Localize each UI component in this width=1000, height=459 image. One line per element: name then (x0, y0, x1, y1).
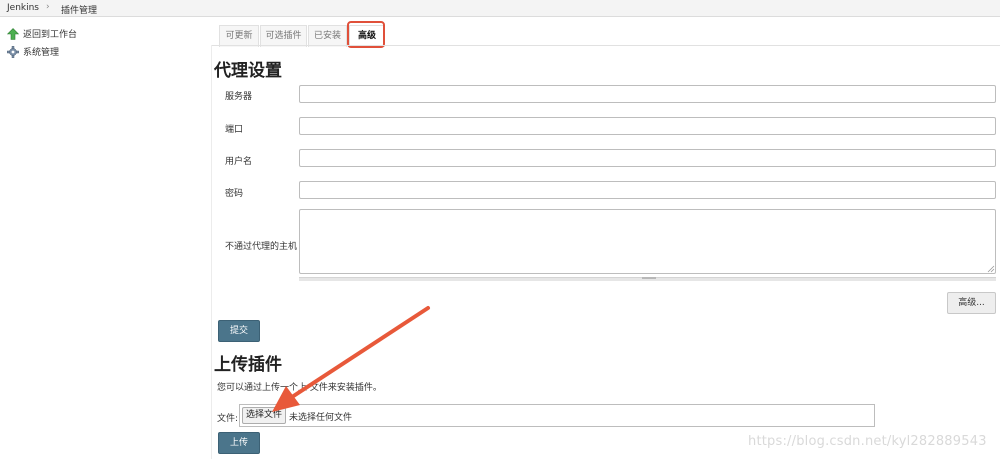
tab-updates[interactable]: 可更新 (219, 25, 259, 47)
password-input[interactable] (299, 181, 996, 199)
breadcrumb-bar: Jenkins › 插件管理 (0, 0, 1000, 17)
resize-grip-icon[interactable] (987, 265, 995, 273)
no-proxy-hosts-textarea[interactable] (299, 209, 996, 274)
breadcrumb-plugin-manager[interactable]: 插件管理 (61, 3, 97, 16)
submit-button[interactable]: 提交 (218, 320, 260, 342)
upload-button[interactable]: 上传 (218, 432, 260, 454)
content-left-border (211, 45, 212, 459)
arrow-up-icon (7, 27, 19, 40)
sidebar-item-label: 返回到工作台 (23, 30, 78, 40)
tab-panel-border (211, 45, 1000, 46)
watermark-text: https://blog.csdn.net/kyl282889543 (748, 434, 987, 449)
port-label: 端口 (225, 125, 244, 135)
server-label: 服务器 (225, 92, 253, 102)
port-input[interactable] (299, 117, 996, 135)
tab-available[interactable]: 可选插件 (260, 25, 307, 47)
proxy-section-title: 代理设置 (214, 61, 282, 81)
textarea-resize-handle[interactable] (642, 277, 656, 279)
server-input[interactable] (299, 85, 996, 103)
no-proxy-hosts-label: 不通过代理的主机 (225, 242, 298, 252)
upload-description: 您可以通过上传一个上 文件来安装插件。 (217, 383, 382, 393)
file-status-text: 未选择任何文件 (289, 413, 353, 423)
username-label: 用户名 (225, 157, 253, 167)
sidebar-item-back-to-dashboard[interactable]: 返回到工作台 (7, 27, 77, 40)
tab-installed[interactable]: 已安装 (308, 25, 347, 47)
file-label: 文件: (217, 414, 239, 424)
tab-highlight-box (347, 21, 385, 48)
choose-file-button[interactable]: 选择文件 (242, 407, 286, 424)
breadcrumb-jenkins[interactable]: Jenkins (7, 3, 39, 13)
upload-section-title: 上传插件 (214, 355, 282, 375)
breadcrumb-separator: › (46, 2, 50, 12)
gear-icon (7, 45, 19, 58)
advanced-button[interactable]: 高级... (947, 292, 996, 314)
sidebar-item-system-management[interactable]: 系统管理 (7, 45, 59, 58)
sidebar-item-label: 系统管理 (23, 48, 60, 58)
password-label: 密码 (225, 189, 244, 199)
username-input[interactable] (299, 149, 996, 167)
